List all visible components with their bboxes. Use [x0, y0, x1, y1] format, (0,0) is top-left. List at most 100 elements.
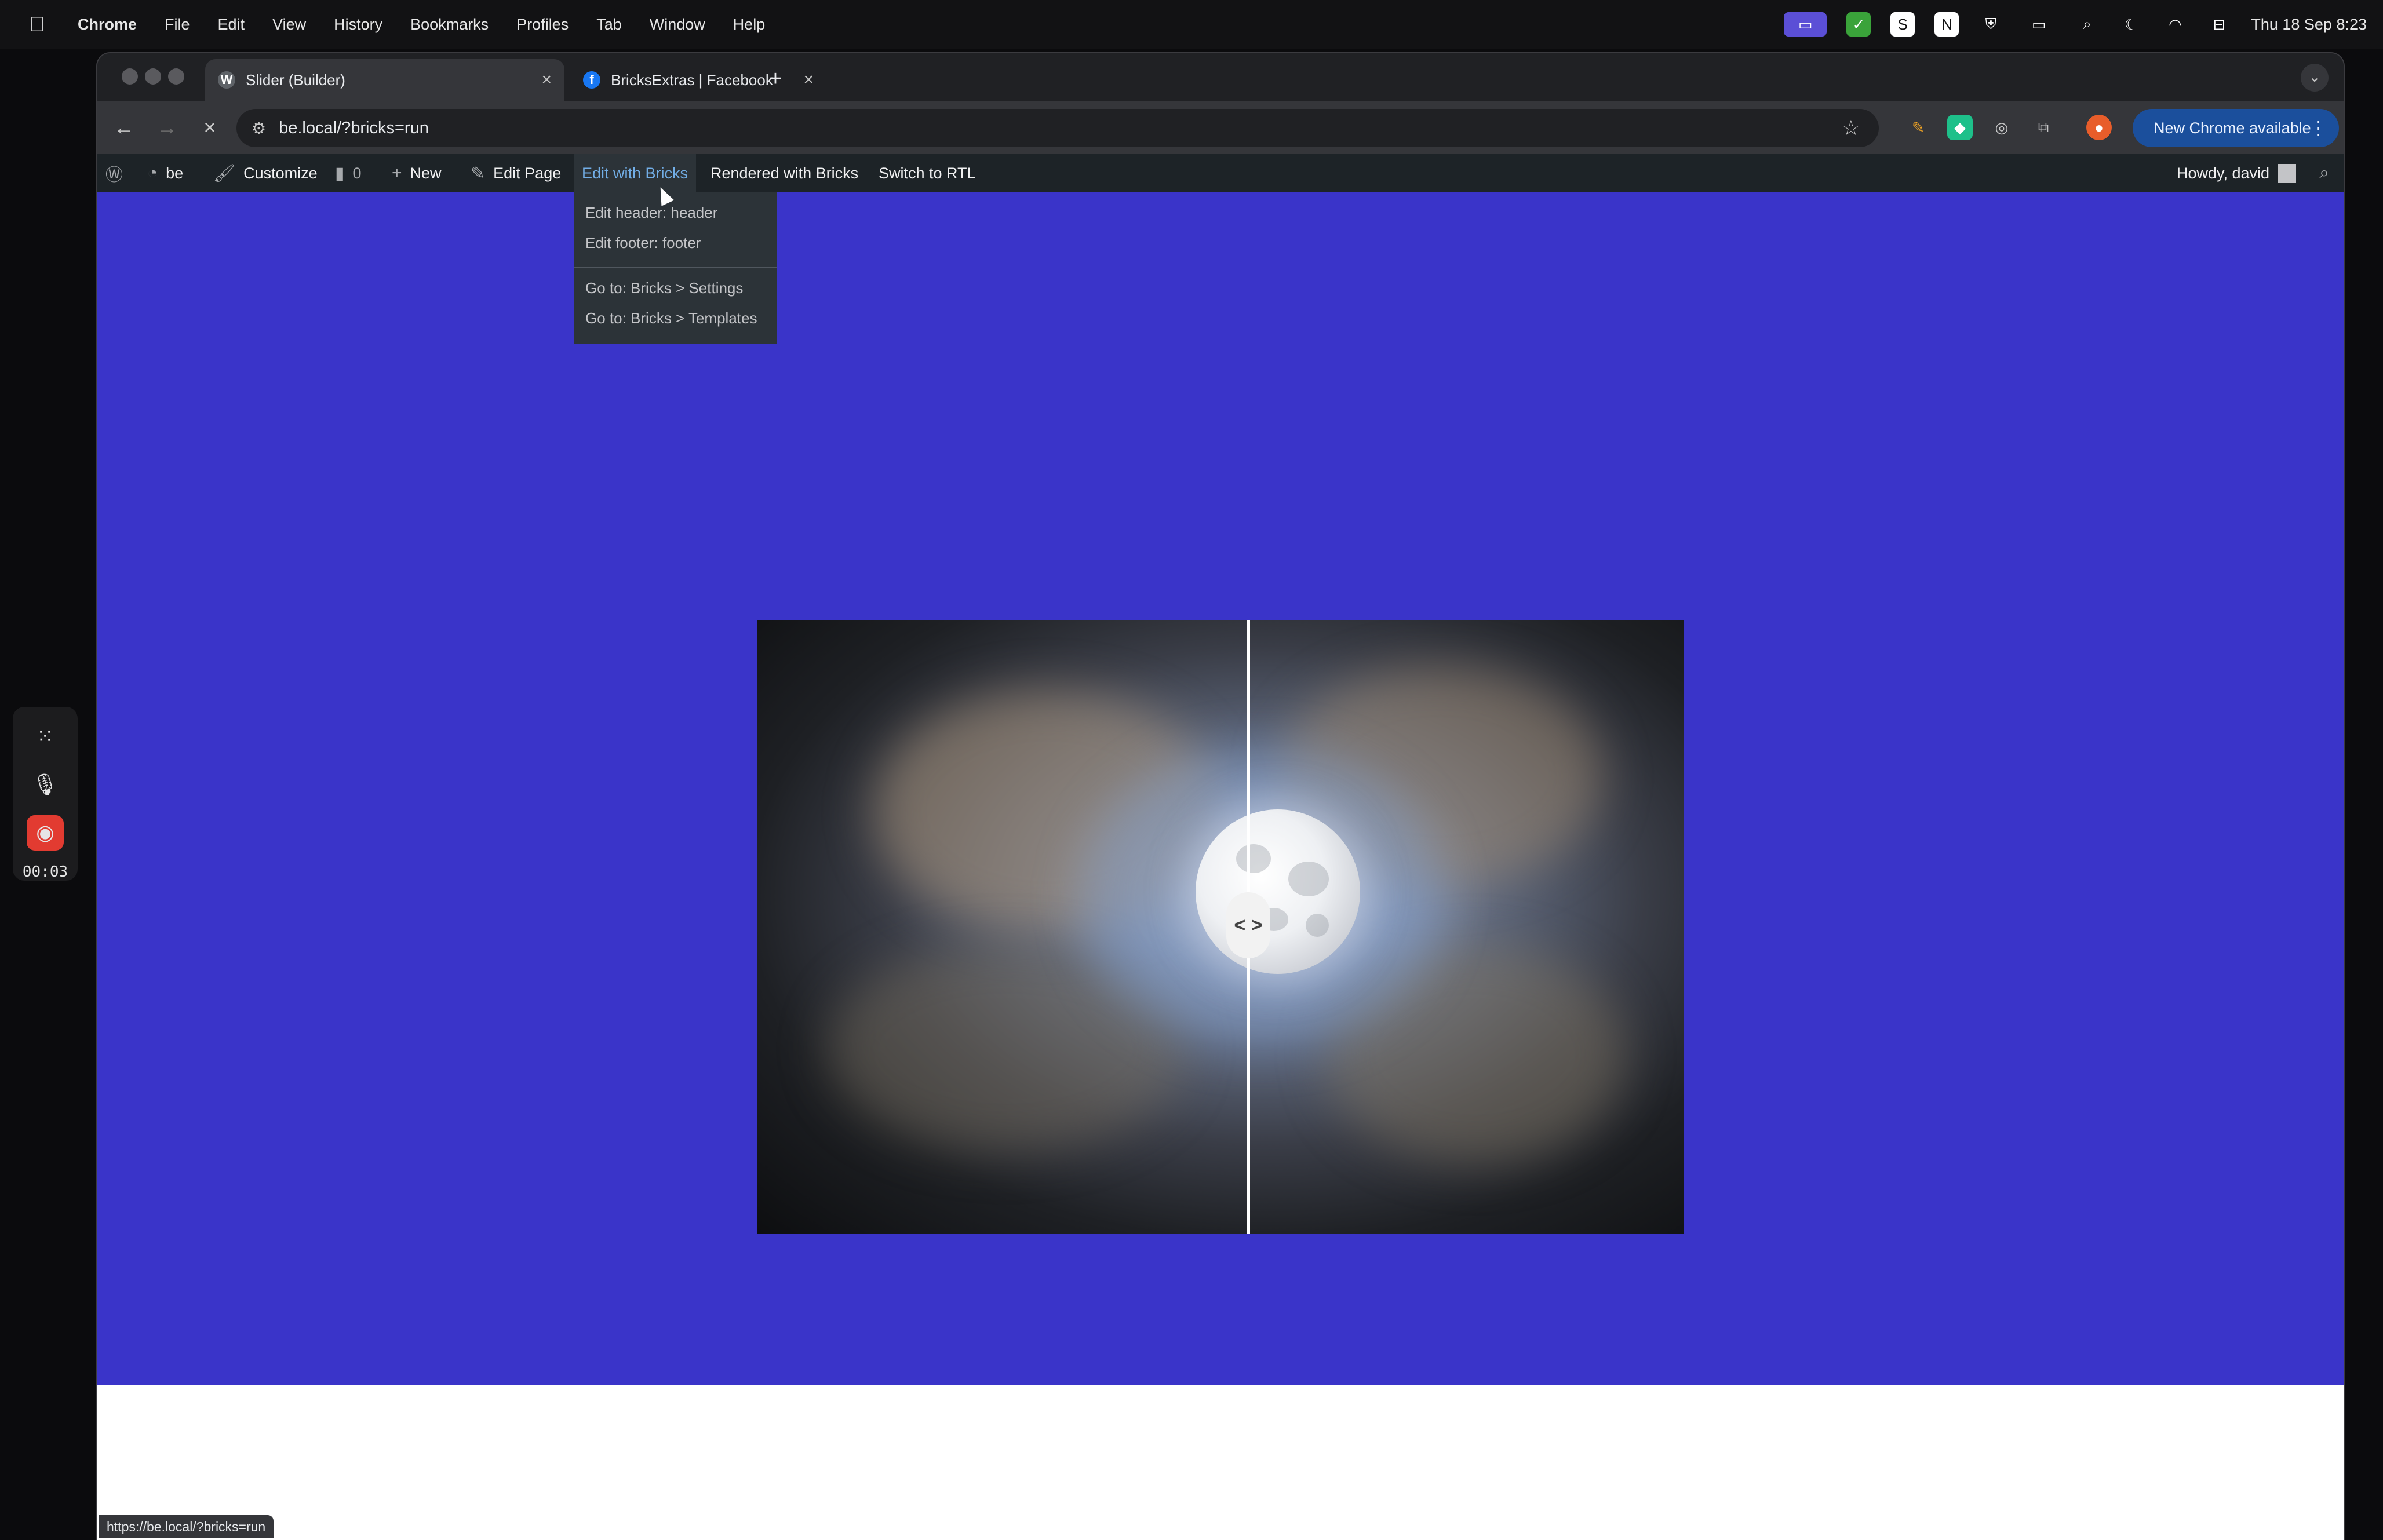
site-settings-icon[interactable]: ⚙: [252, 119, 266, 138]
dropdown-edit-footer[interactable]: Edit footer: footer: [585, 234, 701, 252]
howdy-label: Howdy, david: [2177, 164, 2270, 182]
adminbar-switch-rtl[interactable]: Switch to RTL: [879, 154, 976, 192]
browser-toolbar: ← → × ⚙ be.local/?bricks=run ☆ ✎ ◆ ◎ ⧉ ●…: [97, 101, 2344, 154]
rendered-label: Rendered with Bricks: [710, 164, 859, 182]
tab-title: Slider (Builder): [246, 71, 345, 89]
status-bar-url: https://be.local/?bricks=run: [99, 1515, 274, 1538]
menu-help[interactable]: Help: [733, 16, 766, 34]
adminbar-edit-page[interactable]: ✎ Edit Page: [471, 154, 561, 192]
recording-timer: 00:03: [22, 863, 68, 881]
menu-history[interactable]: History: [334, 16, 382, 34]
spotlight-search-icon[interactable]: ⌕: [2075, 12, 2099, 37]
focus-moon-icon[interactable]: ☾: [2119, 12, 2143, 37]
menu-window[interactable]: Window: [650, 16, 705, 34]
puzzle-extensions-icon[interactable]: ⧉: [2031, 115, 2056, 140]
circle-extension-icon[interactable]: ◎: [1989, 115, 2014, 140]
pencil-icon: ✎: [471, 163, 486, 183]
new-tab-button[interactable]: +: [763, 66, 788, 92]
update-label: New Chrome available: [2154, 119, 2311, 137]
menu-profiles[interactable]: Profiles: [516, 16, 569, 34]
full-moon-image: [1196, 809, 1360, 974]
adminbar-search-icon[interactable]: ⌕: [2319, 154, 2329, 192]
comment-bubble-icon: ▮: [335, 163, 345, 183]
window-close-button[interactable]: [122, 68, 138, 85]
tab-title: BricksExtras | Facebook: [611, 71, 773, 89]
new-chrome-available-button[interactable]: New Chrome available ⋮: [2133, 109, 2339, 147]
back-arrow-icon[interactable]: ←: [108, 111, 140, 144]
menubar-clock[interactable]: Thu 18 Sep 8:23: [2251, 16, 2367, 34]
mic-muted-icon[interactable]: 🎙: [27, 767, 64, 802]
tab-strip: W Slider (Builder) × f BricksExtras | Fa…: [97, 53, 2344, 101]
adminbar-comments[interactable]: ▮ 0: [335, 154, 362, 192]
shield-icon[interactable]: ⛨: [1978, 12, 2003, 37]
wifi-icon[interactable]: ◠: [2163, 12, 2187, 37]
window-zoom-button[interactable]: [168, 68, 184, 85]
notion-icon[interactable]: N: [1934, 12, 1959, 37]
adminbar-new[interactable]: + New: [392, 154, 442, 192]
macos-menubar:  Chrome File Edit View History Bookmark…: [0, 0, 2383, 49]
avatar: [2278, 164, 2297, 183]
adminbar-rendered-with-bricks[interactable]: Rendered with Bricks: [710, 154, 858, 192]
comments-count: 0: [352, 164, 362, 182]
tab-close-icon[interactable]: ×: [541, 70, 552, 90]
customize-label: Customize: [243, 164, 318, 182]
grid-dots-icon[interactable]: ⁙: [27, 718, 64, 754]
page-footer-area: [97, 1385, 2344, 1540]
menu-tab[interactable]: Tab: [596, 16, 622, 34]
profile-avatar[interactable]: ●: [2086, 115, 2112, 140]
menu-bookmarks[interactable]: Bookmarks: [410, 16, 489, 34]
edit-with-bricks-label: Edit with Bricks: [582, 164, 688, 182]
window-minimize-button[interactable]: [145, 68, 161, 85]
tab-search-icon[interactable]: ⌄: [2301, 64, 2329, 92]
s-app-icon[interactable]: S: [1890, 12, 1915, 37]
menu-view[interactable]: View: [272, 16, 306, 34]
adminbar-account[interactable]: Howdy, david: [2177, 154, 2297, 192]
green-extension-icon[interactable]: ◆: [1947, 115, 1973, 140]
screen-recorder-widget: ⁙ 🎙 ◉ 00:03: [13, 707, 78, 881]
menu-file[interactable]: File: [165, 16, 190, 34]
facebook-favicon-icon: f: [583, 71, 600, 89]
brush-icon: 🖌: [213, 163, 236, 183]
dashboard-icon: ◔: [147, 163, 158, 183]
tab-slider-builder[interactable]: W Slider (Builder) ×: [205, 59, 564, 101]
apple-menu-icon[interactable]: : [20, 12, 54, 37]
stop-recording-button[interactable]: ◉: [27, 815, 64, 851]
control-center-icon[interactable]: ⊟: [2207, 12, 2231, 37]
screen-share-icon[interactable]: ▭: [1784, 12, 1827, 37]
wp-admin-bar: Ⓦ ◔ be 🖌 Customize ▮ 0 + New ✎ Edit Page…: [97, 154, 2344, 192]
adminbar-edit-with-bricks[interactable]: Edit with Bricks: [574, 154, 697, 192]
adminbar-site[interactable]: ◔ be: [147, 154, 183, 192]
stop-loading-icon[interactable]: ×: [194, 111, 226, 144]
green-app-icon[interactable]: ✓: [1846, 12, 1871, 37]
menu-app-chrome[interactable]: Chrome: [78, 16, 137, 34]
tab-bricksextras-facebook[interactable]: f BricksExtras | Facebook ×: [570, 59, 930, 101]
adminbar-customize[interactable]: 🖌 Customize: [213, 154, 318, 192]
bookmark-star-icon[interactable]: ☆: [1842, 116, 1860, 140]
rtl-label: Switch to RTL: [879, 164, 976, 182]
kebab-menu-icon[interactable]: ⋮: [2309, 117, 2327, 139]
dropdown-bricks-templates[interactable]: Go to: Bricks > Templates: [585, 309, 757, 327]
menu-edit[interactable]: Edit: [218, 16, 245, 34]
plus-icon: +: [392, 163, 402, 183]
chevron-left-right-icon: < >: [1234, 914, 1263, 936]
edit-page-label: Edit Page: [493, 164, 562, 182]
chrome-window: W Slider (Builder) × f BricksExtras | Fa…: [97, 53, 2344, 1540]
new-label: New: [410, 164, 442, 182]
tab-close-icon[interactable]: ×: [803, 70, 814, 90]
wordpress-favicon-icon: W: [218, 71, 235, 89]
wordpress-logo-icon[interactable]: Ⓦ: [105, 154, 123, 192]
address-url[interactable]: be.local/?bricks=run: [279, 119, 429, 138]
dropdown-bricks-settings[interactable]: Go to: Bricks > Settings: [585, 279, 743, 297]
hero-section: < >: [97, 192, 2344, 1385]
edit-with-bricks-dropdown: Edit header: header Edit footer: footer …: [574, 192, 777, 344]
slider-drag-handle[interactable]: < >: [1226, 892, 1270, 958]
dropdown-separator: [574, 267, 777, 268]
site-name: be: [166, 164, 184, 182]
before-after-image-slider[interactable]: < >: [757, 620, 1684, 1234]
pencil-extension-icon[interactable]: ✎: [1905, 115, 1931, 140]
dropdown-edit-header[interactable]: Edit header: header: [585, 204, 717, 222]
forward-arrow-icon[interactable]: →: [151, 111, 183, 144]
address-bar[interactable]: ⚙ be.local/?bricks=run ☆: [236, 109, 1879, 147]
battery-icon[interactable]: ▭: [2023, 12, 2055, 37]
menubar-tray: ▭ ✓ S N ⛨ ▭ ⌕ ☾ ◠ ⊟ Thu 18 Sep 8:23: [1784, 0, 2367, 49]
